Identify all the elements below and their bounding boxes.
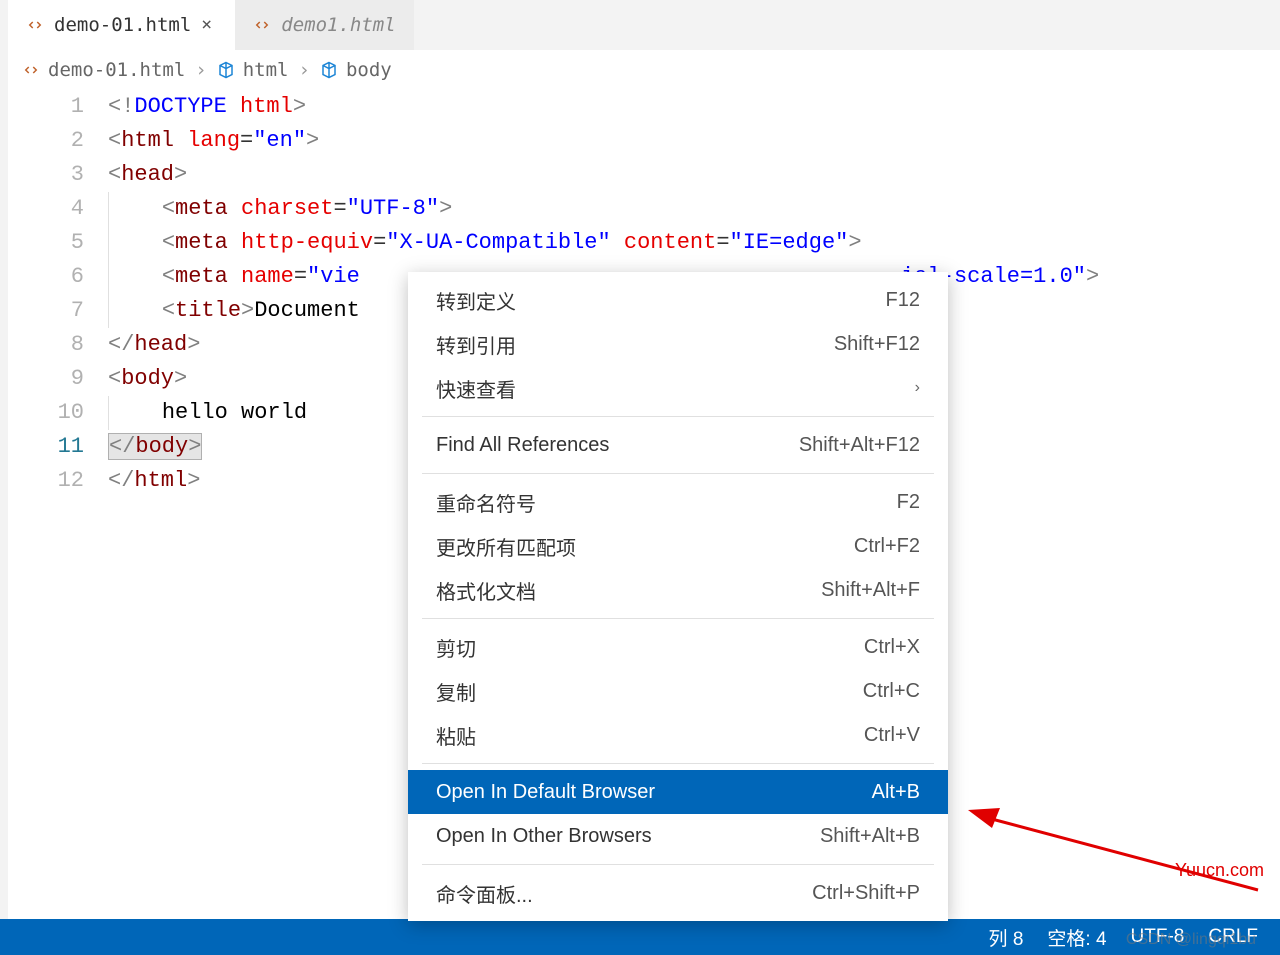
menu-separator [422, 618, 934, 619]
menu-separator [422, 763, 934, 764]
line-number: 8 [8, 328, 84, 362]
activity-bar [0, 0, 8, 955]
menu-item-label: Find All References [436, 434, 609, 457]
tab-inactive[interactable]: demo1.html [235, 0, 413, 50]
line-number: 7 [8, 294, 84, 328]
line-number: 2 [8, 124, 84, 158]
menu-shortcut: Ctrl+V [864, 724, 920, 747]
menu-shortcut: Shift+Alt+F12 [799, 434, 920, 457]
menu-shortcut: Ctrl+C [863, 680, 920, 703]
menu-shortcut: Shift+Alt+F [821, 579, 920, 602]
menu-item-label: 粘贴 [436, 721, 476, 750]
menu-separator [422, 864, 934, 865]
menu-shortcut: Alt+B [872, 781, 920, 804]
menu-item-label: 快速查看 [436, 374, 516, 403]
menu-shortcut: F2 [897, 491, 920, 514]
code-line[interactable]: <meta charset="UTF-8"> [108, 192, 1280, 226]
tabs: demo-01.html × demo1.html [8, 0, 1280, 50]
tab-label: demo1.html [281, 14, 395, 36]
menu-item-label: 转到引用 [436, 330, 516, 359]
menu-item[interactable]: 转到定义 F12 [408, 278, 948, 322]
code-line[interactable]: <!DOCTYPE html> [108, 90, 1280, 124]
line-number: 10 [8, 396, 84, 430]
site-watermark: Yuucn.com [1175, 860, 1264, 881]
breadcrumb-symbol-label: html [243, 59, 289, 81]
status-bar: 列 8 空格: 4 UTF-8 CRLF [0, 919, 1280, 955]
code-line[interactable]: <html lang="en"> [108, 124, 1280, 158]
menu-item[interactable]: Open In Other Browsers Shift+Alt+B [408, 814, 948, 858]
context-menu: 转到定义 F12 转到引用 Shift+F12 快速查看 › Find All Refere… [408, 272, 948, 921]
menu-item-label: 格式化文档 [436, 576, 536, 605]
line-number: 11 [8, 430, 84, 464]
menu-item[interactable]: Open In Default Browser Alt+B [408, 770, 948, 814]
html-file-icon [26, 16, 44, 34]
menu-item[interactable]: 剪切 Ctrl+X [408, 625, 948, 669]
menu-item-label: Open In Default Browser [436, 781, 655, 804]
menu-item-label: Open In Other Browsers [436, 825, 652, 848]
status-column[interactable]: 列 8 [989, 924, 1024, 951]
status-spaces[interactable]: 空格: 4 [1047, 924, 1106, 951]
menu-item[interactable]: 快速查看 › [408, 366, 948, 410]
menu-item-label: 命令面板... [436, 879, 533, 908]
menu-shortcut: Shift+F12 [834, 333, 920, 356]
menu-item[interactable]: 转到引用 Shift+F12 [408, 322, 948, 366]
menu-item[interactable]: 复制 Ctrl+C [408, 669, 948, 713]
symbol-icon [217, 61, 235, 79]
menu-item-label: 重命名符号 [436, 488, 536, 517]
menu-item[interactable]: Find All References Shift+Alt+F12 [408, 423, 948, 467]
chevron-right-icon: › [195, 59, 206, 81]
menu-item-label: 更改所有匹配项 [436, 532, 576, 561]
breadcrumb-symbol[interactable]: body [320, 59, 392, 81]
menu-item[interactable]: 粘贴 Ctrl+V [408, 713, 948, 757]
line-number: 1 [8, 90, 84, 124]
menu-shortcut: Shift+Alt+B [820, 825, 920, 848]
breadcrumb-file-label: demo-01.html [48, 59, 185, 81]
line-number: 12 [8, 464, 84, 498]
menu-shortcut: Ctrl+Shift+P [812, 882, 920, 905]
breadcrumb-symbol[interactable]: html [217, 59, 289, 81]
menu-shortcut: Ctrl+F2 [854, 535, 920, 558]
code-line[interactable]: <head> [108, 158, 1280, 192]
menu-separator [422, 416, 934, 417]
close-icon[interactable]: × [201, 16, 217, 34]
menu-shortcut: F12 [886, 289, 920, 312]
line-number: 3 [8, 158, 84, 192]
menu-item-label: 剪切 [436, 633, 476, 662]
line-number: 5 [8, 226, 84, 260]
tab-label: demo-01.html [54, 14, 191, 36]
menu-item[interactable]: 命令面板... Ctrl+Shift+P [408, 871, 948, 915]
html-file-icon [253, 16, 271, 34]
menu-item-label: 转到定义 [436, 286, 516, 315]
breadcrumb-file[interactable]: demo-01.html [22, 59, 185, 81]
breadcrumb-symbol-label: body [346, 59, 392, 81]
menu-separator [422, 473, 934, 474]
menu-item[interactable]: 格式化文档 Shift+Alt+F [408, 568, 948, 612]
tab-active[interactable]: demo-01.html × [8, 0, 235, 50]
html-file-icon [22, 61, 40, 79]
menu-item[interactable]: 重命名符号 F2 [408, 480, 948, 524]
menu-shortcut: Ctrl+X [864, 636, 920, 659]
breadcrumb: demo-01.html › html › body [8, 50, 1280, 90]
symbol-icon [320, 61, 338, 79]
line-number: 6 [8, 260, 84, 294]
line-gutter: 123456789101112 [8, 90, 108, 955]
line-number: 4 [8, 192, 84, 226]
menu-item-label: 复制 [436, 677, 476, 706]
chevron-right-icon: › [915, 379, 920, 397]
menu-item[interactable]: 更改所有匹配项 Ctrl+F2 [408, 524, 948, 568]
line-number: 9 [8, 362, 84, 396]
chevron-right-icon: › [299, 59, 310, 81]
code-line[interactable]: <meta http-equiv="X-UA-Compatible" conte… [108, 226, 1280, 260]
csdn-watermark: CSDN @lingqi1bu [1126, 931, 1256, 949]
